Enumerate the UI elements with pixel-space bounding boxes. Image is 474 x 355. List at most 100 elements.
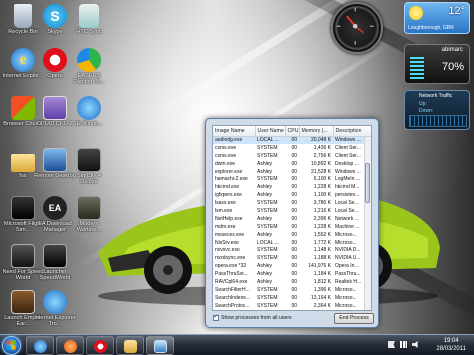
process-memory: 2,364 K — [313, 302, 331, 309]
nfs-icon — [11, 244, 35, 268]
process-cpu: 00 — [291, 255, 297, 262]
process-memory: 20,048 K — [299, 136, 333, 144]
process-memory: 1,772 K — [313, 239, 331, 246]
taskbar: 19:04 28/03/2011 — [0, 334, 474, 355]
process-row[interactable]: hamachi-2.exe SYSTEM 00 6,100 K LogMeIn ... — [213, 175, 371, 183]
process-row[interactable]: audiodg.exe LOCAL ... 00 20,048 K Windows ..… — [213, 136, 371, 144]
process-user-name: Ashley — [257, 168, 273, 175]
ea-icon: EA — [43, 196, 67, 220]
process-memory: 21,528 K — [310, 168, 331, 175]
desktop-icon-easeus[interactable]: EASEUS Partition M... — [68, 48, 110, 86]
desktop-icon-simcity[interactable]: SimCity 4 Deluxe — [68, 148, 110, 186]
process-image-name: NisSrv.exe — [215, 239, 239, 246]
process-row[interactable]: NetHelp.exe Ashley 00 2,396 K Network ... — [213, 215, 371, 223]
column-header-description[interactable]: Description — [333, 126, 371, 137]
recycle-bin-icon — [14, 4, 32, 28]
scrollbar-thumb[interactable] — [365, 163, 370, 203]
explorer-folder-icon — [124, 340, 137, 353]
ie-windows-icon — [77, 96, 101, 120]
start-button[interactable] — [2, 336, 21, 355]
tray-clock[interactable]: 19:04 28/03/2011 — [436, 337, 466, 353]
column-header-user-name[interactable]: User Name — [255, 126, 286, 137]
process-row[interactable]: SearchIndexe... SYSTEM 00 13,164 K Microso..… — [213, 294, 371, 302]
network-traffic-gadget[interactable]: Network Traffic Up: Down: — [404, 90, 470, 130]
process-row[interactable]: nvvsvc.exe SYSTEM 00 1,148 K NVIDIA D... — [213, 246, 371, 254]
skype-icon: S — [43, 4, 67, 28]
show-all-processes-checkbox[interactable] — [213, 313, 219, 321]
process-row[interactable]: igfxpers.exe Ashley 00 1,100 Kpersisten... — [213, 191, 371, 199]
tray-network-icon[interactable] — [400, 341, 407, 348]
taskbar-button-opera[interactable] — [86, 336, 114, 355]
taskbar-button-explorer[interactable] — [116, 336, 144, 355]
process-cpu: 00 — [291, 294, 297, 301]
process-memory: 2,396 K — [313, 215, 331, 222]
sun-icon — [409, 6, 423, 20]
process-memory: 1,216 K — [313, 207, 331, 214]
desktop-icon-ie-tro[interactable]: Internet Explorer Tro... — [34, 290, 76, 328]
process-row[interactable]: lsass.exe SYSTEM 00 3,780 K Local Se... — [213, 199, 371, 207]
process-row[interactable]: explorer.exe Ashley 00 21,528 K Windows ... — [213, 168, 371, 176]
process-cpu: 00 — [291, 176, 297, 183]
tray-volume-icon[interactable] — [412, 341, 418, 348]
column-header-memory[interactable]: Memory (... — [299, 126, 334, 137]
process-memory: 10,892 K — [310, 160, 331, 167]
desktop-icon-launcher[interactable]: Launcher SpeedWorld — [34, 244, 76, 282]
process-image-name: mdm.exe — [215, 223, 236, 230]
process-row[interactable]: services.exeSYSTEM004,532 KServices ... — [213, 310, 371, 311]
process-cpu: 00 — [291, 207, 297, 214]
desktop-icon-modern-warfare[interactable]: Modern Warfare... — [68, 196, 110, 234]
process-row[interactable]: nvxdsync.exe SYSTEM 00 1,188 K NVIDIA U... — [213, 254, 371, 262]
internet-explorer-icon — [34, 340, 47, 353]
process-row[interactable]: mdm.exe SYSTEM 00 1,228 K Machine ... — [213, 223, 371, 231]
taskbar-button-internet-explorer[interactable] — [26, 336, 54, 355]
htc-sync-icon — [79, 4, 99, 28]
process-row[interactable]: csrss.exe SYSTEM 00 1,436 K Client Ser... — [213, 144, 371, 152]
process-user-name: SYSTEM — [255, 310, 285, 311]
process-user-name: SYSTEM — [257, 176, 278, 183]
process-row[interactable]: NisSrv.exe LOCAL ... 00 1,772 K Microso... — [213, 239, 371, 247]
process-row[interactable]: SearchFilterH... SYSTEM 00 1,396 K Microso..… — [213, 286, 371, 294]
tray-flag-icon[interactable] — [388, 341, 395, 348]
process-row[interactable]: SearchProtoc... SYSTEM 00 2,364 K Microso... — [213, 302, 371, 310]
folder-icon — [11, 154, 35, 172]
network-title: Network Traffic — [419, 93, 453, 99]
end-process-button[interactable]: End Process — [334, 313, 374, 324]
weather-gadget[interactable]: 12° Loughborough, GBR — [404, 2, 470, 34]
opera-icon — [43, 48, 67, 72]
cpu-bars-icon — [410, 57, 424, 79]
process-list-scrollbar[interactable] — [364, 137, 371, 310]
cpu-meter-gadget[interactable]: abimarc 70% — [404, 44, 470, 84]
process-memory: 1,228 K — [313, 184, 331, 191]
process-row[interactable]: PassThruSvr... Ashley 00 1,184 K PassThru... — [213, 270, 371, 278]
desktop-icon-htc-sync[interactable]: HTC Sync — [68, 4, 110, 35]
tray-time-text: 19:04 — [443, 338, 459, 344]
column-header-image-name[interactable]: Image Name — [213, 126, 256, 137]
empire-earth-icon — [11, 290, 35, 314]
process-row[interactable]: opera.exe *32 Ashley 00 141,976 K Opera In..… — [213, 262, 371, 270]
cpuz-icon — [43, 96, 67, 120]
process-row[interactable]: csrss.exe SYSTEM 00 2,756 K Client Ser... — [213, 152, 371, 160]
process-row[interactable]: msseces.exe Ashley 00 1,552 K Microso... — [213, 231, 371, 239]
clock-gadget[interactable] — [331, 2, 383, 54]
process-row[interactable]: hkcmd.exe Ashley 00 1,228 Khkcmd M... — [213, 183, 371, 191]
desktop-icon-ie-windows[interactable]: IE-Windo... — [68, 96, 110, 127]
process-image-name: opera.exe *32 — [215, 263, 247, 270]
process-row[interactable]: lsm.exe SYSTEM 00 1,216 K Local Se... — [213, 207, 371, 215]
cpu-user: abimarc — [441, 47, 463, 53]
taskbar-button-task-manager[interactable] — [146, 336, 174, 355]
flight-sim-icon — [11, 196, 35, 220]
process-image-name: PassThruSvr... — [215, 271, 248, 278]
column-header-cpu[interactable]: CPU — [285, 126, 300, 137]
ie-tro-icon — [43, 290, 67, 314]
taskbar-button-windows-media-player[interactable] — [56, 336, 84, 355]
process-row[interactable]: dwm.exe Ashley 00 10,892 K Desktop ... — [213, 160, 371, 168]
task-manager-window[interactable]: Image Name User Name CPU Memory (... Des… — [205, 118, 379, 328]
process-memory: 1,188 K — [313, 255, 331, 262]
process-cpu: 00 — [291, 215, 297, 222]
process-row[interactable]: RAVCpl64.exe Ashley 00 1,812 K Realtek H... — [213, 278, 371, 286]
process-list[interactable]: Image Name User Name CPU Memory (... Des… — [212, 125, 372, 311]
process-user-name: LOCAL ... — [255, 136, 285, 144]
process-cpu: 00 — [291, 168, 297, 175]
process-cpu: 00 — [291, 200, 297, 207]
process-memory: 1,812 K — [313, 278, 331, 285]
